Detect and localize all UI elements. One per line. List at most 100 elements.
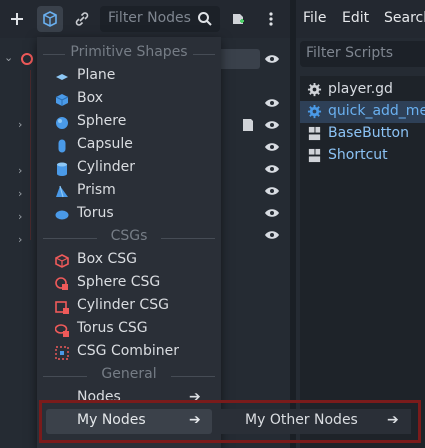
filter-nodes-placeholder: Filter Nodes (108, 10, 191, 26)
menu-item-label: Nodes (77, 389, 121, 405)
script-icon[interactable] (240, 117, 256, 133)
box-icon (55, 94, 69, 106)
submenu-arrow-icon: ➔ (189, 389, 201, 405)
my-nodes-submenu: My Other Nodes ➔ (221, 409, 411, 434)
menu-item-my-other-nodes[interactable]: My Other Nodes (245, 412, 358, 428)
filter-scripts-placeholder: Filter Scripts (306, 45, 394, 61)
menu-item-label: CSG Combiner (77, 343, 179, 359)
visibility-eye-icon[interactable] (264, 208, 280, 218)
filter-nodes-input[interactable]: Filter Nodes (100, 6, 220, 32)
section-csgs: CSGs (37, 228, 221, 248)
tree-expand-arrow[interactable]: › (18, 210, 22, 223)
menu-item-label: Torus (77, 205, 114, 221)
menu-search[interactable]: Search (384, 10, 425, 26)
csg-sphere-icon (55, 277, 68, 290)
menu-item-prism[interactable]: Prism (37, 180, 221, 203)
script-list: player.gd quick_add_menu BaseButton Shor… (300, 76, 425, 448)
submenu-arrow-icon: ➔ (189, 412, 201, 428)
visibility-eye-icon[interactable] (264, 98, 280, 108)
menu-item-label: Box (77, 90, 104, 106)
menu-item-box-csg[interactable]: Box CSG (37, 249, 221, 272)
menu-item-label: Sphere (77, 113, 127, 129)
menu-item-torus[interactable]: Torus (37, 203, 221, 226)
visibility-eye-icon[interactable] (264, 54, 280, 64)
visibility-eye-icon[interactable] (264, 164, 280, 174)
filter-scripts-input[interactable]: Filter Scripts (300, 41, 425, 67)
torus-icon (55, 210, 69, 220)
menu-item-plane[interactable]: Plane (37, 65, 221, 88)
script-item-label: player.gd (328, 81, 393, 97)
menu-item-label: Capsule (77, 136, 133, 152)
menu-item-label: Torus CSG (77, 320, 148, 336)
tree-collapse-arrow[interactable]: ⌄ (4, 51, 13, 64)
script-item-selected[interactable]: quick_add_menu (300, 101, 425, 123)
menu-item-csg-combiner[interactable]: CSG Combiner (37, 341, 221, 364)
visibility-eye-icon[interactable] (264, 120, 280, 130)
add-script-icon (233, 14, 244, 24)
menu-item-label: Sphere CSG (77, 274, 161, 290)
menu-file[interactable]: File (303, 10, 326, 26)
tree-guide-line (30, 70, 31, 240)
menu-item-label: Cylinder (77, 159, 135, 175)
script-item[interactable]: BaseButton (300, 123, 425, 145)
tree-expand-arrow[interactable]: › (18, 187, 22, 200)
submenu-arrow-icon: ➔ (387, 412, 399, 428)
scene-toolbar: Filter Nodes (0, 0, 290, 38)
capsule-icon (58, 139, 66, 153)
cylinder-icon (57, 162, 67, 176)
link-icon (75, 12, 89, 26)
section-primitive-shapes: Primitive Shapes (37, 44, 221, 64)
tree-expand-arrow[interactable]: › (18, 118, 22, 131)
csg-cylinder-icon (55, 301, 69, 314)
sphere-icon (56, 117, 68, 129)
menu-edit[interactable]: Edit (342, 10, 369, 26)
menu-item-label: My Nodes (77, 412, 146, 428)
plane-icon (56, 74, 68, 80)
search-icon (198, 12, 212, 26)
visibility-eye-icon[interactable] (264, 186, 280, 196)
add-icon (11, 13, 23, 25)
menu-item-nodes[interactable]: Nodes ➔ (37, 387, 221, 410)
menu-item-label: Box CSG (77, 251, 137, 267)
script-item[interactable]: Shortcut (300, 145, 425, 167)
link-button[interactable] (69, 6, 95, 32)
add-node-button[interactable] (4, 6, 30, 32)
script-item-label: quick_add_menu (328, 103, 425, 119)
script-menubar: File Edit Search (296, 0, 425, 38)
scene-package-icon (43, 11, 57, 27)
gear-icon (307, 104, 322, 119)
tree-expand-arrow[interactable]: › (18, 233, 22, 246)
csg-torus-icon (55, 324, 69, 337)
menu-item-my-nodes[interactable]: My Nodes ➔ (46, 409, 212, 434)
tree-expand-arrow[interactable]: › (18, 164, 22, 177)
visibility-eye-icon[interactable] (264, 142, 280, 152)
section-label: CSGs (110, 228, 148, 244)
doc-icon (308, 148, 321, 163)
instantiate-scene-button[interactable] (37, 6, 63, 32)
menu-item-cylinder-csg[interactable]: Cylinder CSG (37, 295, 221, 318)
menu-item-sphere-csg[interactable]: Sphere CSG (37, 272, 221, 295)
more-icon (269, 12, 273, 26)
doc-icon (308, 126, 321, 141)
menu-item-label: Prism (77, 182, 116, 198)
gear-icon (307, 82, 322, 97)
root-node-icon (21, 53, 33, 65)
attach-script-button[interactable] (225, 6, 251, 32)
menu-item-box[interactable]: Box (37, 88, 221, 111)
menu-item-sphere[interactable]: Sphere (37, 111, 221, 134)
menu-item-capsule[interactable]: Capsule (37, 134, 221, 157)
section-label: Primitive Shapes (70, 44, 188, 60)
section-label: General (101, 366, 157, 382)
script-item[interactable]: player.gd (300, 79, 425, 101)
add-node-popup-menu: Primitive Shapes Plane Box Sphere Capsul… (37, 37, 221, 448)
script-item-label: Shortcut (328, 147, 388, 163)
menu-item-torus-csg[interactable]: Torus CSG (37, 318, 221, 341)
csg-box-icon (55, 254, 69, 268)
more-options-button[interactable] (258, 6, 284, 32)
menu-item-label: Cylinder CSG (77, 297, 169, 313)
prism-icon (56, 185, 68, 198)
visibility-eye-icon[interactable] (264, 230, 280, 240)
section-general: General (37, 366, 221, 386)
root-node-row-highlight (218, 49, 260, 69)
menu-item-cylinder[interactable]: Cylinder (37, 157, 221, 180)
